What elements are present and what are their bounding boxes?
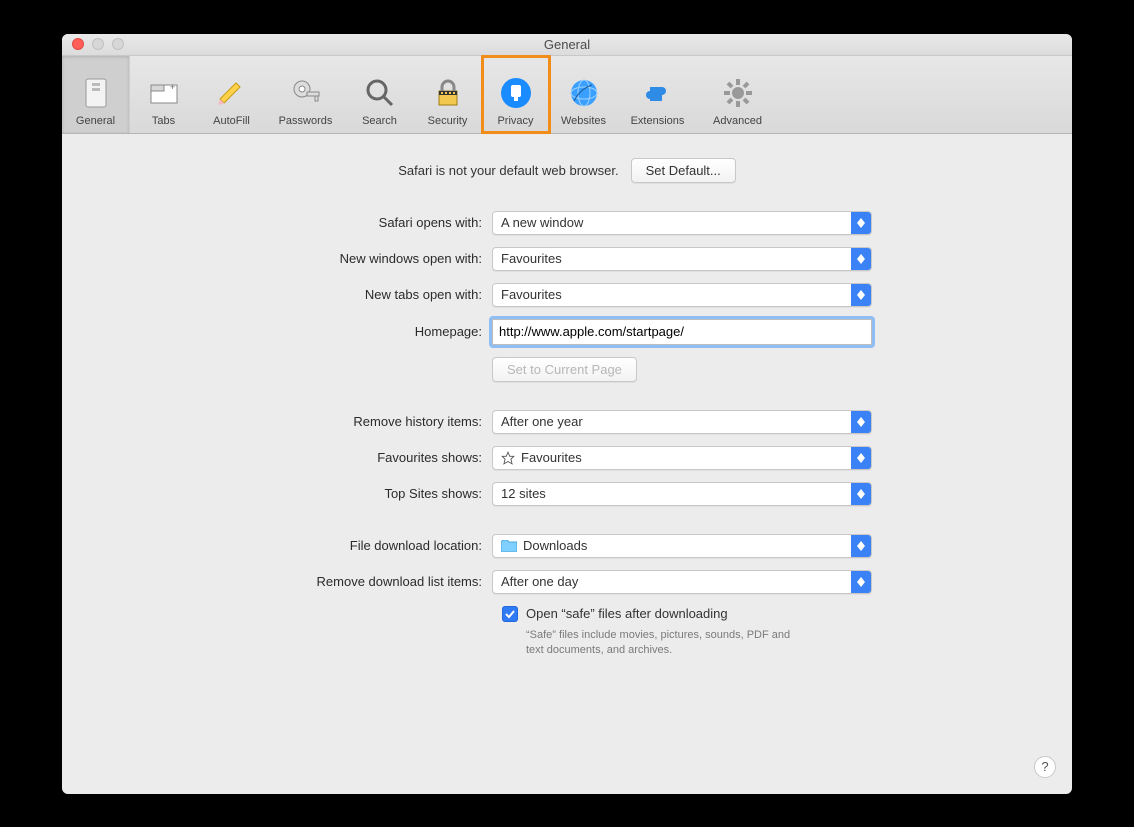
opens-with-select[interactable]: A new window xyxy=(492,211,872,235)
open-safe-checkbox[interactable] xyxy=(502,606,518,622)
tab-label: Advanced xyxy=(713,115,762,127)
download-location-select[interactable]: Downloads xyxy=(492,534,872,558)
chevron-updown-icon xyxy=(851,284,871,306)
security-icon xyxy=(430,75,466,111)
tab-label: Privacy xyxy=(497,115,533,127)
tab-label: General xyxy=(76,115,115,127)
tab-label: Extensions xyxy=(631,115,685,127)
tab-search[interactable]: Search xyxy=(346,56,414,133)
new-tabs-label: New tabs open with: xyxy=(112,287,492,302)
remove-downloads-select[interactable]: After one day xyxy=(492,570,872,594)
tab-advanced[interactable]: Advanced xyxy=(698,56,778,133)
homepage-input[interactable] xyxy=(492,319,872,345)
tab-label: Tabs xyxy=(152,115,175,127)
tab-autofill[interactable]: AutoFill xyxy=(198,56,266,133)
passwords-icon xyxy=(288,75,324,111)
tab-label: Passwords xyxy=(279,115,333,127)
select-value: Favourites xyxy=(501,251,562,266)
general-icon xyxy=(78,75,114,111)
content-area: Safari is not your default web browser. … xyxy=(62,134,1072,794)
chevron-updown-icon xyxy=(851,411,871,433)
topsites-select[interactable]: 12 sites xyxy=(492,482,872,506)
safe-note: “Safe” files include movies, pictures, s… xyxy=(526,628,806,660)
chevron-updown-icon xyxy=(851,248,871,270)
favourites-shows-label: Favourites shows: xyxy=(112,450,492,465)
tab-privacy[interactable]: Privacy xyxy=(482,56,550,133)
select-value: Favourites xyxy=(501,287,562,302)
tab-extensions[interactable]: Extensions xyxy=(618,56,698,133)
open-safe-label: Open “safe” files after downloading xyxy=(526,606,728,621)
remove-history-label: Remove history items: xyxy=(112,414,492,429)
select-value: Downloads xyxy=(523,538,587,553)
set-default-button[interactable]: Set Default... xyxy=(631,158,736,183)
select-value: Favourites xyxy=(521,450,582,465)
download-location-label: File download location: xyxy=(112,538,492,553)
folder-icon xyxy=(501,540,517,552)
favourites-shows-select[interactable]: Favourites xyxy=(492,446,872,470)
remove-downloads-label: Remove download list items: xyxy=(112,574,492,589)
toolbar: General + Tabs AutoFill Passwords Search xyxy=(62,56,1072,134)
tab-label: Websites xyxy=(561,115,606,127)
select-value: A new window xyxy=(501,215,583,230)
extensions-icon xyxy=(640,75,676,111)
tab-label: AutoFill xyxy=(213,115,250,127)
tab-tabs[interactable]: + Tabs xyxy=(130,56,198,133)
tab-label: Search xyxy=(362,115,397,127)
star-icon xyxy=(501,451,515,465)
preferences-window: General General + Tabs AutoFill Passwor xyxy=(62,34,1072,794)
window-title: General xyxy=(62,37,1072,52)
new-windows-select[interactable]: Favourites xyxy=(492,247,872,271)
new-tabs-select[interactable]: Favourites xyxy=(492,283,872,307)
autofill-icon xyxy=(214,75,250,111)
tab-label: Security xyxy=(428,115,468,127)
titlebar: General xyxy=(62,34,1072,56)
advanced-icon xyxy=(720,75,756,111)
select-value: After one day xyxy=(501,574,578,589)
svg-text:+: + xyxy=(170,82,175,92)
default-browser-text: Safari is not your default web browser. xyxy=(398,163,618,178)
websites-icon xyxy=(566,75,602,111)
select-value: After one year xyxy=(501,414,583,429)
topsites-label: Top Sites shows: xyxy=(112,486,492,501)
tab-websites[interactable]: Websites xyxy=(550,56,618,133)
select-value: 12 sites xyxy=(501,486,546,501)
help-button[interactable]: ? xyxy=(1034,756,1056,778)
search-icon xyxy=(362,75,398,111)
new-windows-label: New windows open with: xyxy=(112,251,492,266)
homepage-label: Homepage: xyxy=(112,324,492,339)
tab-security[interactable]: Security xyxy=(414,56,482,133)
help-icon: ? xyxy=(1041,759,1048,774)
chevron-updown-icon xyxy=(851,535,871,557)
chevron-updown-icon xyxy=(851,571,871,593)
tab-general[interactable]: General xyxy=(62,56,130,133)
chevron-updown-icon xyxy=(851,483,871,505)
opens-with-label: Safari opens with: xyxy=(112,215,492,230)
set-current-page-button[interactable]: Set to Current Page xyxy=(492,357,637,382)
chevron-updown-icon xyxy=(851,447,871,469)
tab-passwords[interactable]: Passwords xyxy=(266,56,346,133)
tabs-icon: + xyxy=(146,75,182,111)
chevron-updown-icon xyxy=(851,212,871,234)
privacy-icon xyxy=(498,75,534,111)
remove-history-select[interactable]: After one year xyxy=(492,410,872,434)
